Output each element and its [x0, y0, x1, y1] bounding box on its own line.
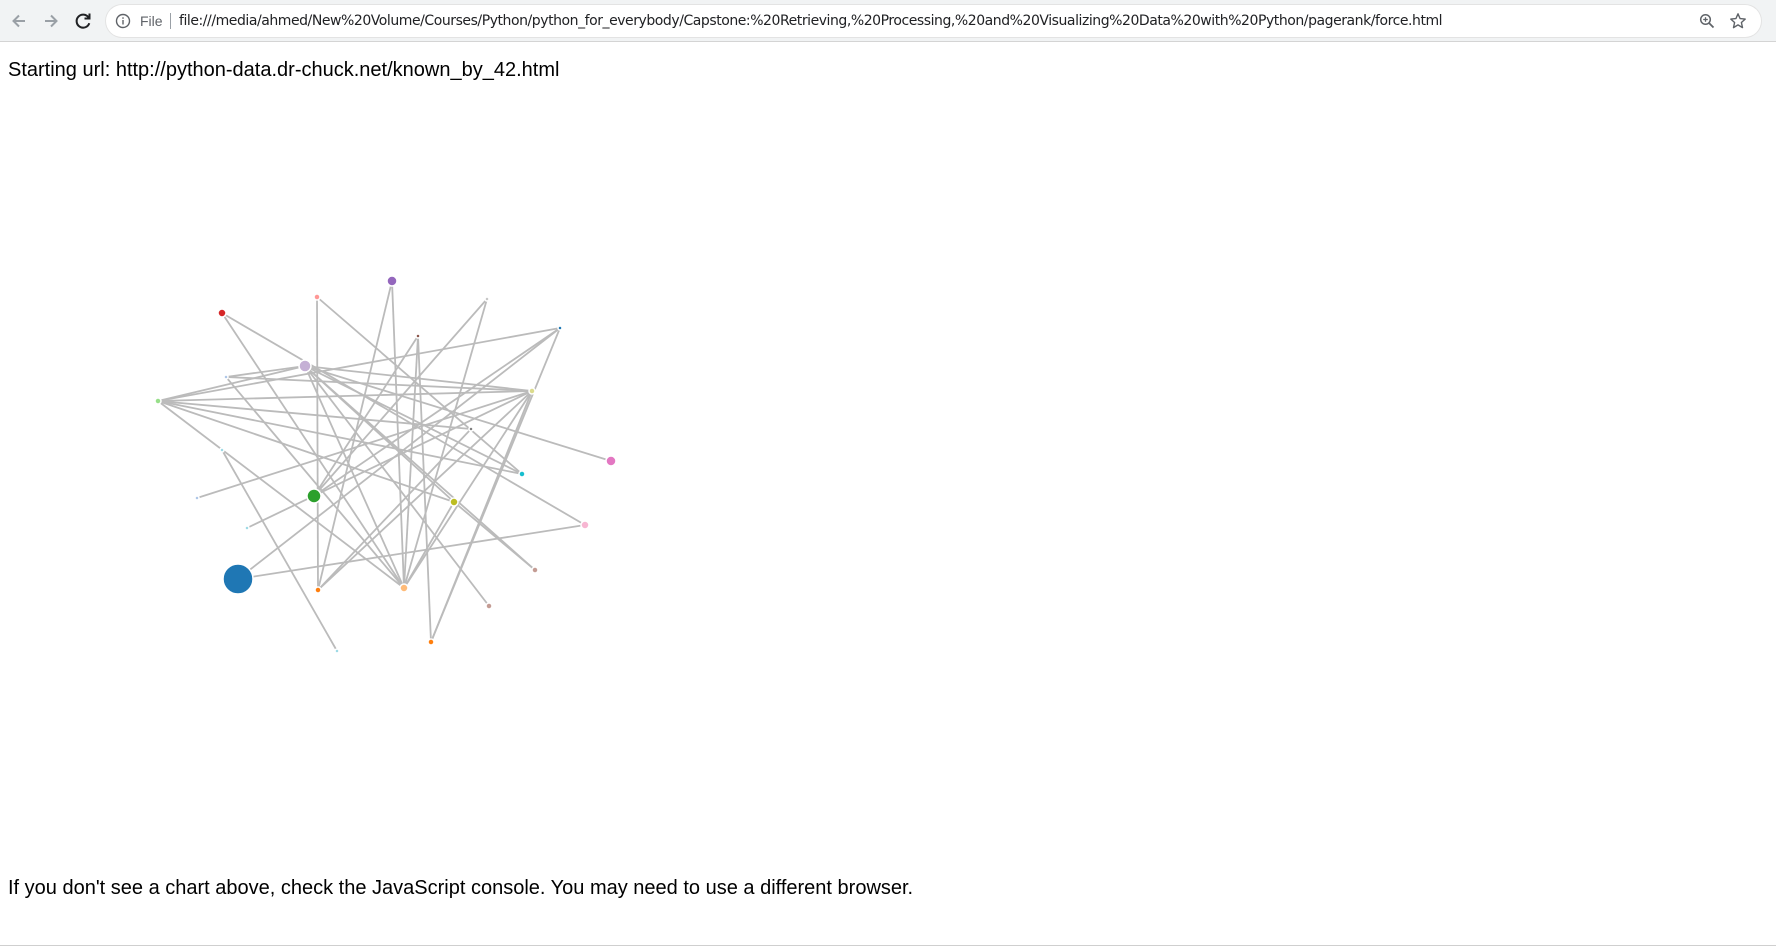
graph-node[interactable] [334, 648, 340, 654]
graph-link [221, 449, 338, 652]
graph-node[interactable] [528, 387, 536, 395]
graph-node[interactable] [298, 359, 312, 373]
page-content: Starting url: http://python-data.dr-chuc… [0, 42, 1776, 948]
graph-node[interactable] [244, 525, 250, 531]
graph-node[interactable] [484, 296, 490, 302]
graph-link [417, 335, 432, 643]
zoom-icon[interactable] [1699, 13, 1715, 29]
bottom-divider [0, 945, 1776, 946]
graph-node[interactable] [306, 488, 322, 504]
graph-node[interactable] [580, 520, 590, 530]
graph-node[interactable] [485, 602, 493, 610]
url-text[interactable]: file:///media/ahmed/New%20Volume/Courses… [179, 12, 1443, 30]
graph-node[interactable] [468, 426, 474, 432]
forward-button[interactable] [38, 8, 64, 34]
graph-node[interactable] [223, 374, 229, 380]
graph-links [157, 280, 612, 652]
info-icon[interactable] [115, 13, 131, 29]
graph-node[interactable] [518, 470, 526, 478]
graph-node[interactable] [605, 455, 617, 467]
browser-hint-text: If you don't see a chart above, check th… [8, 877, 914, 899]
graph-link [221, 312, 405, 589]
graph-link [196, 390, 533, 499]
graph-node[interactable] [219, 447, 225, 453]
graph-node[interactable] [557, 325, 563, 331]
back-button[interactable] [6, 8, 32, 34]
browser-toolbar: File file:///media/ahmed/New%20Volume/Co… [0, 0, 1776, 42]
star-icon[interactable] [1729, 12, 1747, 30]
pagerank-force-graph [154, 275, 617, 654]
graph-link [157, 390, 533, 402]
graph-node[interactable] [415, 333, 421, 339]
graph-node[interactable] [313, 293, 321, 301]
graph-node[interactable] [427, 638, 435, 646]
graph-node[interactable] [386, 275, 398, 287]
graph-node[interactable] [154, 397, 162, 405]
address-bar[interactable]: File file:///media/ahmed/New%20Volume/Co… [106, 5, 1761, 37]
arrow-left-icon [12, 14, 25, 28]
graph-link [316, 296, 319, 591]
graph-node[interactable] [222, 563, 254, 595]
scheme-label: File [140, 13, 163, 29]
starting-url-text: Starting url: http://python-data.dr-chuc… [8, 59, 560, 81]
graph-link [453, 501, 536, 571]
graph-link [157, 400, 405, 589]
graph-node[interactable] [531, 566, 539, 574]
reload-button[interactable] [70, 8, 96, 34]
arrow-right-icon [45, 14, 58, 28]
graph-node[interactable] [217, 308, 227, 318]
graph-link [304, 365, 612, 462]
graph-node[interactable] [314, 586, 322, 594]
chip-divider [170, 13, 171, 29]
graph-node[interactable] [449, 497, 459, 507]
graph-node[interactable] [399, 583, 409, 593]
reload-icon [75, 13, 91, 29]
graph-node[interactable] [194, 495, 200, 501]
